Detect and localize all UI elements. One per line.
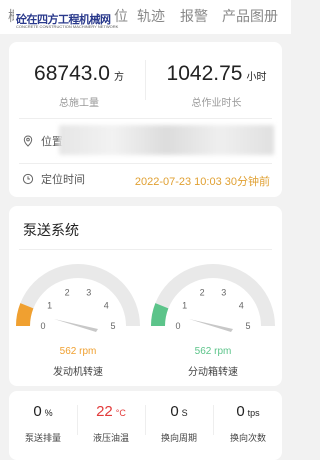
metrics-card: 0% 泵送排量 22 °C 液压油温 0S 换向周期 0 tps 换向次数	[9, 391, 282, 460]
gauge-tick-label: 3	[86, 288, 91, 298]
metric-unit: tps	[247, 408, 260, 418]
section-title: 泵送系统	[23, 222, 79, 238]
gauge-track	[16, 264, 140, 327]
tab-product-catalog[interactable]: 产品图册	[222, 6, 278, 26]
divider	[145, 60, 146, 100]
metric-unit: °C	[115, 408, 126, 418]
reversing-count-metric: 0 tps 换向次数	[214, 403, 282, 444]
hydraulic-oil-temp-metric: 22 °C 液压油温	[77, 403, 145, 444]
gauge-tick-label: 4	[104, 300, 109, 310]
divider	[19, 118, 272, 119]
location-row[interactable]: 位置	[22, 131, 63, 151]
reversing-period-metric: 0S 换向周期	[145, 403, 213, 444]
metric-value: 0	[33, 403, 42, 420]
divider	[19, 249, 272, 250]
work-hours-label: 总作业时长	[191, 98, 242, 109]
metric-unit: %	[44, 408, 53, 418]
pump-displacement-metric: 0% 泵送排量	[9, 403, 77, 444]
metric-unit: S	[181, 408, 188, 418]
gauge-tick-label: 0	[40, 321, 45, 331]
transfer-case-speed-label: 分动箱转速	[188, 367, 238, 378]
summary-card: 68743.0 方 总施工量 1042.75 小时 总作业时长 位置 定位时间 20…	[9, 42, 282, 197]
tab-alarm[interactable]: 报警	[180, 6, 208, 26]
metric-label: 液压油温	[92, 433, 129, 443]
gauge-tick-label: 2	[65, 288, 70, 298]
gauge-tick-label: 2	[200, 288, 205, 298]
metric-label: 换向周期	[160, 433, 197, 443]
location-value-redacted	[59, 125, 274, 155]
clock-icon	[22, 173, 34, 185]
locate-time-row: 定位时间	[22, 169, 85, 189]
watermark-logo: 砼在四方工程机械网 CONCRETE CONSTRUCTION MACHINER…	[14, 8, 118, 32]
tab-track[interactable]: 轨迹	[137, 6, 165, 26]
gauge-track	[151, 264, 275, 327]
total-work-hours: 1042.75 小时 总作业时长	[154, 62, 279, 109]
metric-value: 22	[96, 403, 113, 420]
engine-speed-gauge: 0 1 2 3 4 5	[16, 264, 140, 332]
work-amount-label: 总施工量	[59, 98, 99, 109]
transfer-case-speed-gauge: 0 1 2 3 4 5	[151, 264, 275, 332]
work-amount-unit: 方	[113, 72, 124, 83]
total-work-amount: 68743.0 方 总施工量	[19, 62, 139, 109]
top-tab-bar: 概览 实时 油位 轨迹 报警 产品图册 砼在四方工程机械网 CONCRETE C…	[0, 0, 291, 34]
gauge-tick-label: 3	[221, 288, 226, 298]
engine-speed-label: 发动机转速	[53, 367, 103, 378]
gauge-tick-label: 1	[47, 300, 52, 310]
metric-label: 换向次数	[229, 433, 266, 443]
gauge-fill	[16, 303, 34, 327]
gauge-needle	[189, 319, 233, 332]
gauge-tick-label: 5	[110, 321, 115, 331]
gauge-fill	[151, 303, 169, 327]
metric-value: 0	[170, 403, 179, 420]
work-hours-value: 1042.75	[166, 62, 243, 85]
locate-time-label: 定位时间	[41, 174, 85, 186]
gauge-tick-label: 0	[175, 321, 180, 331]
work-hours-unit: 小时	[246, 72, 267, 83]
gauge-tick-label: 5	[245, 321, 250, 331]
divider	[19, 163, 272, 164]
gauge-needle	[54, 319, 98, 332]
transfer-case-rpm-value: 562 rpm	[194, 346, 232, 357]
pump-system-card: 泵送系统 0 1 2 3 4 5 562 rpm 发动机转速 0 1 2 3 4 5 562 rpm…	[9, 206, 282, 386]
gauge-tick-label: 4	[239, 300, 244, 310]
gauge-tick-label: 1	[182, 300, 187, 310]
logo-subtitle: CONCRETE CONSTRUCTION MACHINERY NETWORK	[16, 24, 119, 29]
work-amount-value: 68743.0	[34, 62, 110, 85]
location-pin-icon	[23, 135, 33, 147]
locate-time-value: 2022-07-23 10:03 30分钟前	[134, 176, 270, 188]
metric-value: 0	[236, 403, 245, 420]
metric-label: 泵送排量	[24, 433, 61, 443]
engine-rpm-value: 562 rpm	[59, 346, 97, 357]
